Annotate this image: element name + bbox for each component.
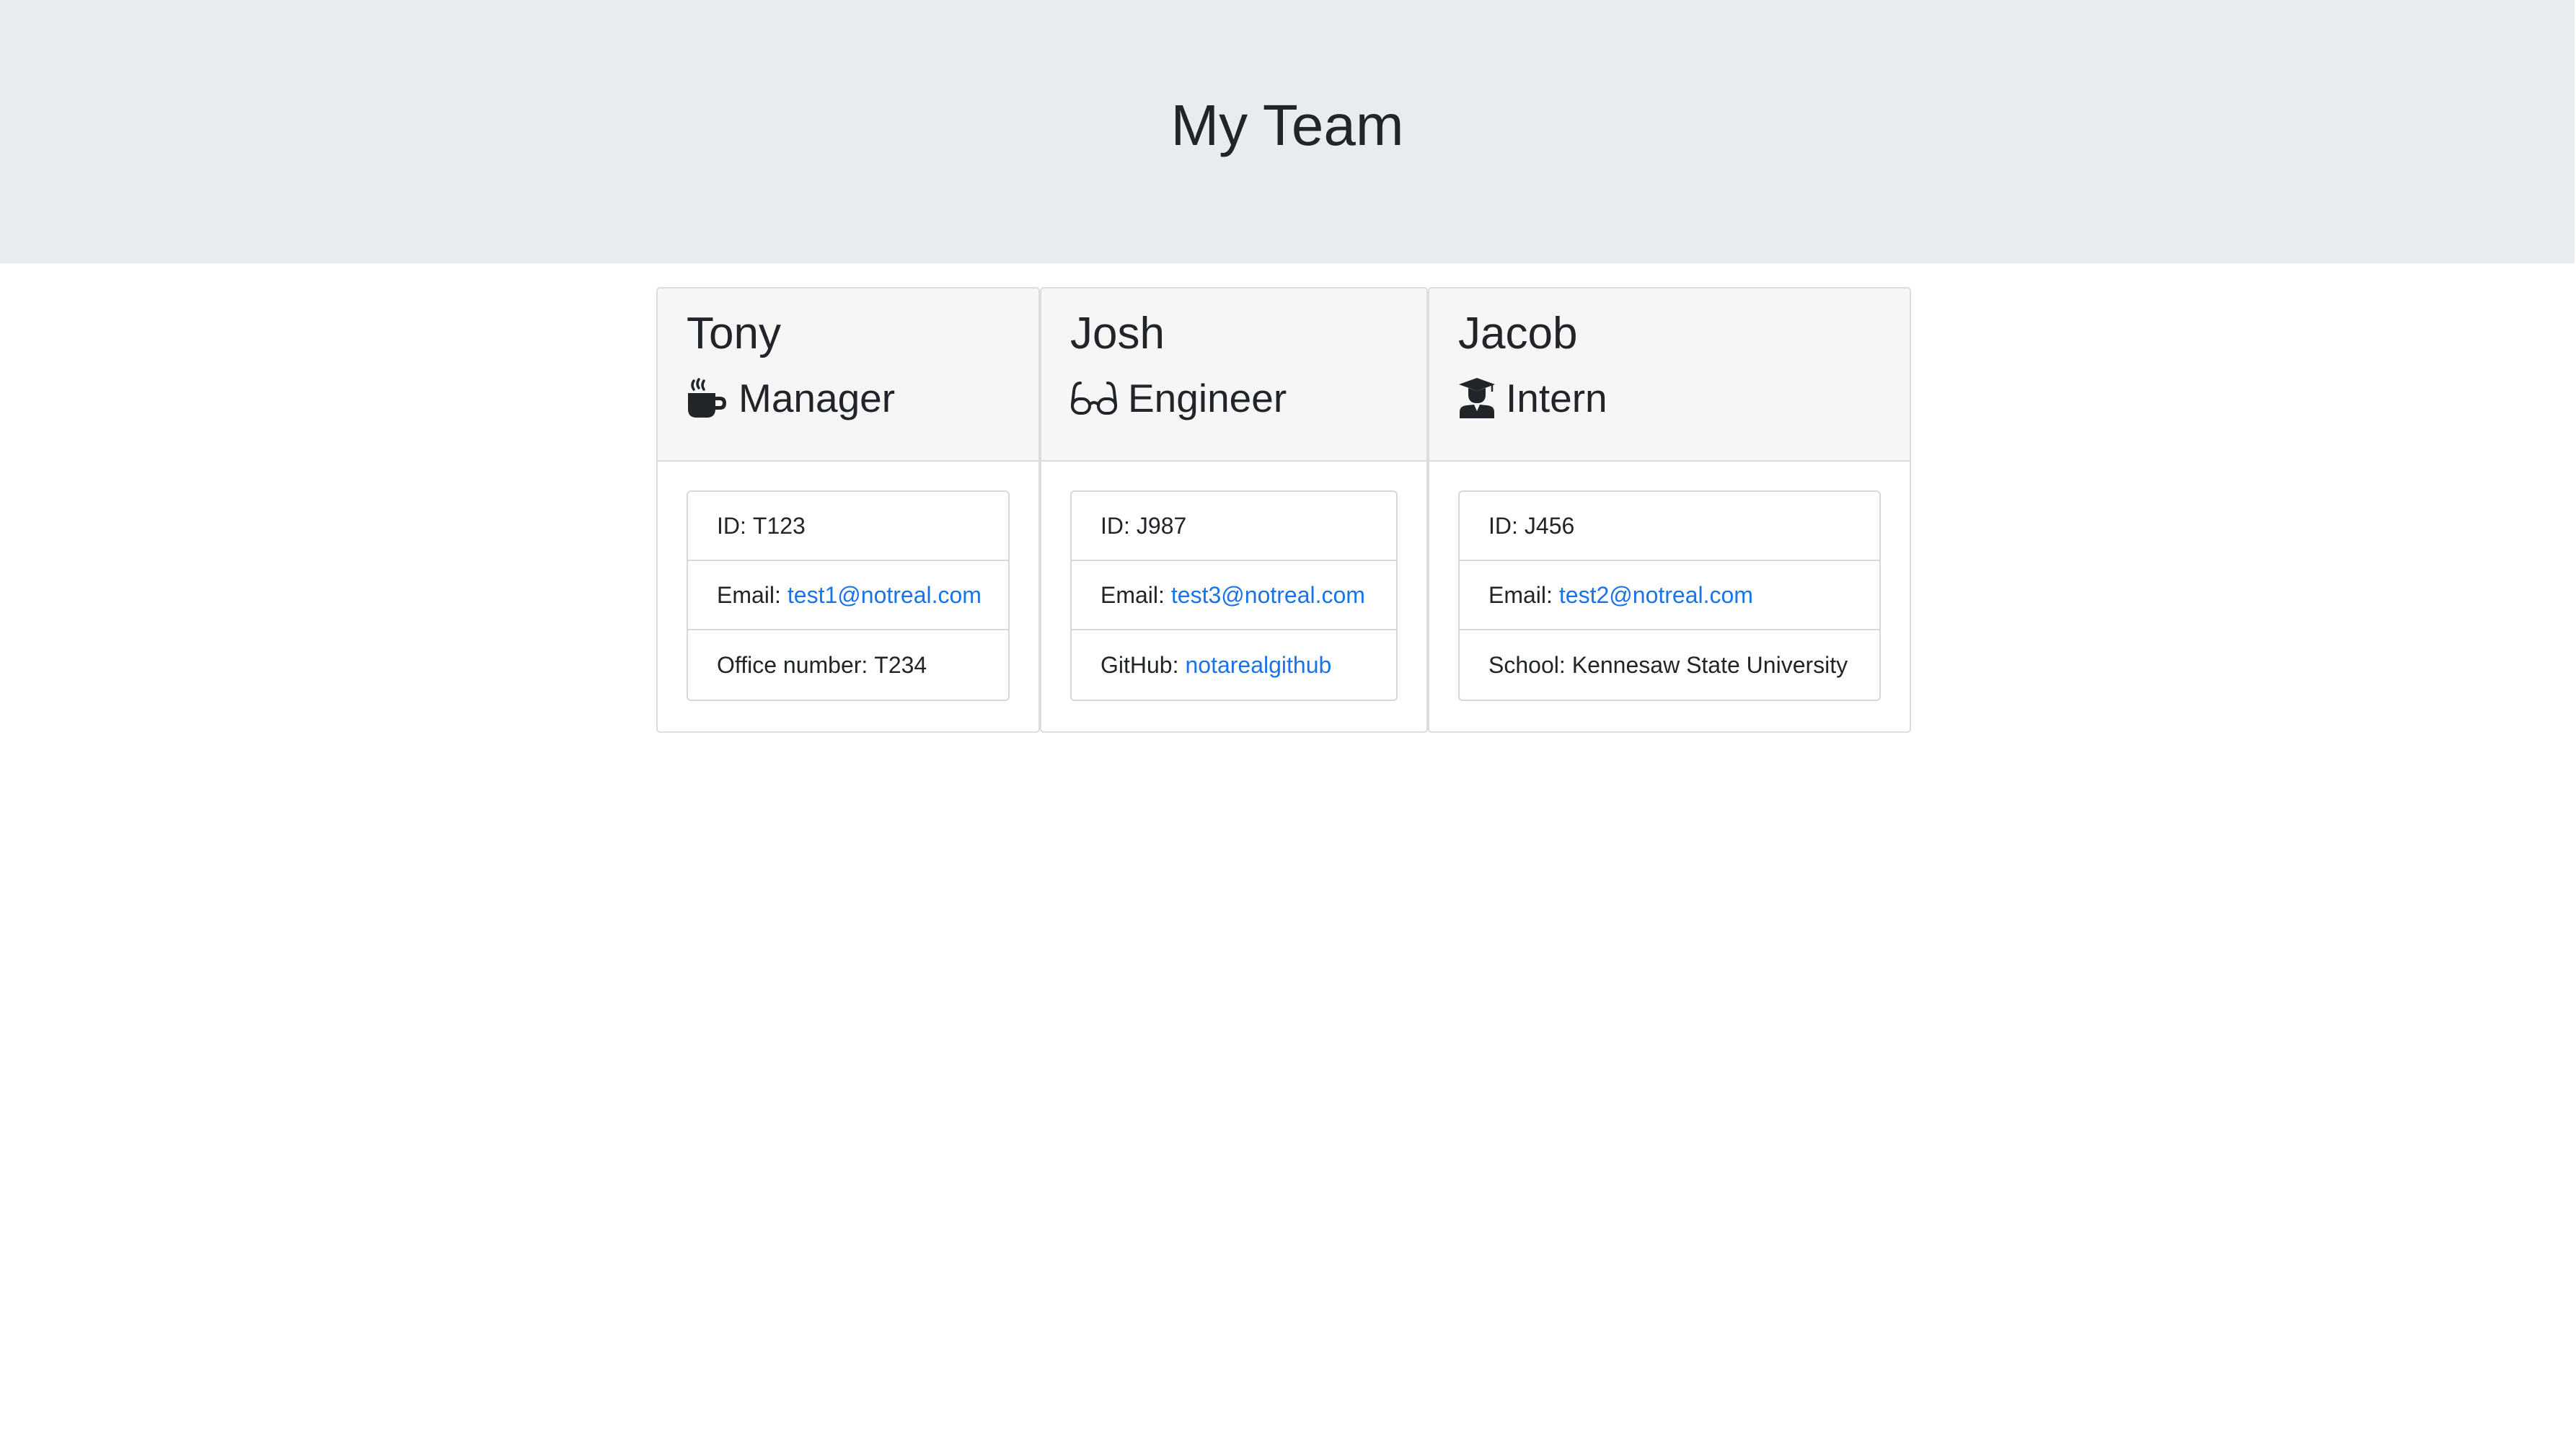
coffee-mug-icon: [687, 377, 728, 419]
graduate-icon: [1458, 377, 1496, 419]
employee-role: Intern: [1458, 375, 1881, 421]
school-label: School:: [1488, 651, 1566, 678]
email-link[interactable]: test2@notreal.com: [1559, 582, 1753, 609]
list-item-id: ID: J456: [1460, 492, 1879, 561]
glasses-icon: [1070, 377, 1118, 419]
employee-role: Engineer: [1070, 375, 1398, 421]
card-header: Jacob Intern: [1429, 288, 1910, 462]
id-label: ID:: [717, 512, 746, 539]
office-number-value: T234: [874, 651, 927, 678]
github-label: GitHub:: [1100, 651, 1179, 678]
list-item-id: ID: T123: [688, 492, 1008, 561]
employee-role: Manager: [687, 375, 1010, 421]
employee-details-list: ID: J987 Email: test3@notreal.com GitHub…: [1070, 490, 1398, 701]
employee-name: Josh: [1070, 309, 1165, 358]
employee-name: Tony: [687, 309, 781, 358]
list-item-email: Email: test3@notreal.com: [1072, 561, 1396, 630]
list-item-office-number: Office number: T234: [688, 630, 1008, 700]
employee-details-list: ID: T123 Email: test1@notreal.com Office…: [687, 490, 1010, 701]
email-label: Email:: [1100, 581, 1165, 608]
employee-role-label: Intern: [1506, 376, 1607, 420]
employee-card-manager: Tony Manager ID: T123 Email: test1@notre…: [656, 287, 1040, 733]
employee-card-engineer: Josh Engineer ID: J987 Email: test3@notr…: [1040, 287, 1428, 733]
card-header: Josh Engineer: [1041, 288, 1426, 462]
email-link[interactable]: test1@notreal.com: [788, 582, 982, 609]
email-link[interactable]: test3@notreal.com: [1171, 582, 1365, 609]
github-link[interactable]: notarealgithub: [1185, 652, 1331, 679]
employee-role-label: Manager: [738, 376, 896, 420]
id-label: ID:: [1488, 512, 1518, 539]
id-label: ID:: [1100, 512, 1130, 539]
id-value: T123: [752, 512, 806, 539]
email-label: Email:: [1488, 581, 1553, 608]
employee-name: Jacob: [1458, 309, 1578, 358]
id-value: J987: [1136, 512, 1187, 539]
card-body: ID: J987 Email: test3@notreal.com GitHub…: [1041, 462, 1426, 701]
list-item-id: ID: J987: [1072, 492, 1396, 561]
school-value: Kennesaw State University: [1571, 651, 1848, 678]
employee-card-intern: Jacob Intern ID: J456 Email: test2@notre…: [1428, 287, 1911, 733]
employee-details-list: ID: J456 Email: test2@notreal.com School…: [1458, 490, 1881, 701]
list-item-email: Email: test1@notreal.com: [688, 561, 1008, 630]
list-item-email: Email: test2@notreal.com: [1460, 561, 1879, 630]
employee-role-label: Engineer: [1128, 376, 1287, 420]
header-jumbotron: My Team: [0, 0, 2575, 263]
list-item-github: GitHub: notarealgithub: [1072, 630, 1396, 700]
email-label: Email:: [717, 581, 781, 608]
office-number-label: Office number:: [717, 651, 868, 678]
page-title: My Team: [1170, 92, 1404, 157]
card-header: Tony Manager: [658, 288, 1038, 462]
card-body: ID: J456 Email: test2@notreal.com School…: [1429, 462, 1910, 701]
card-body: ID: T123 Email: test1@notreal.com Office…: [658, 462, 1038, 701]
list-item-school: School: Kennesaw State University: [1460, 630, 1879, 700]
id-value: J456: [1524, 512, 1575, 539]
